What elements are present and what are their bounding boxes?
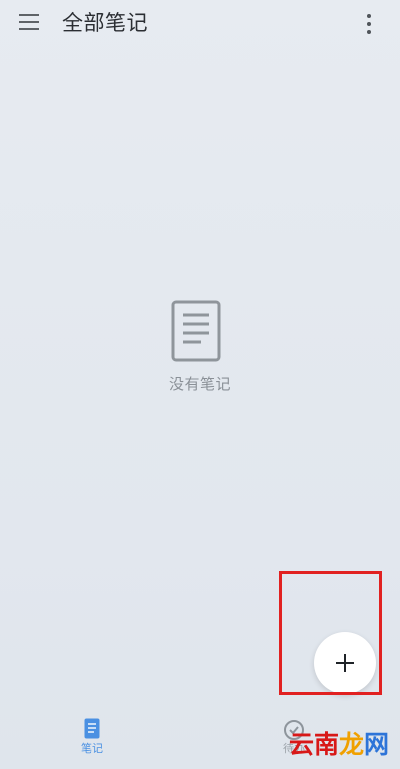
tab-notes-label: 笔记 xyxy=(81,742,103,755)
menu-icon[interactable] xyxy=(18,12,40,32)
document-icon xyxy=(171,300,221,362)
watermark-char: 云 xyxy=(289,730,315,759)
add-note-button[interactable] xyxy=(314,632,376,694)
watermark-char: 网 xyxy=(364,730,390,759)
page-title: 全部笔记 xyxy=(62,11,148,35)
watermark-char: 南 xyxy=(314,730,340,759)
empty-state-message: 没有笔记 xyxy=(168,375,231,393)
watermark-char: 龙 xyxy=(339,730,365,759)
more-vertical-icon[interactable] xyxy=(364,12,374,36)
empty-state: 没有笔记 xyxy=(0,300,400,410)
app-header: 全部笔记 xyxy=(0,0,400,48)
add-icon xyxy=(336,654,354,672)
watermark-logo: 云南龙网 xyxy=(289,727,394,763)
tab-notes[interactable]: 笔记 xyxy=(74,712,114,762)
notes-icon xyxy=(84,718,100,739)
